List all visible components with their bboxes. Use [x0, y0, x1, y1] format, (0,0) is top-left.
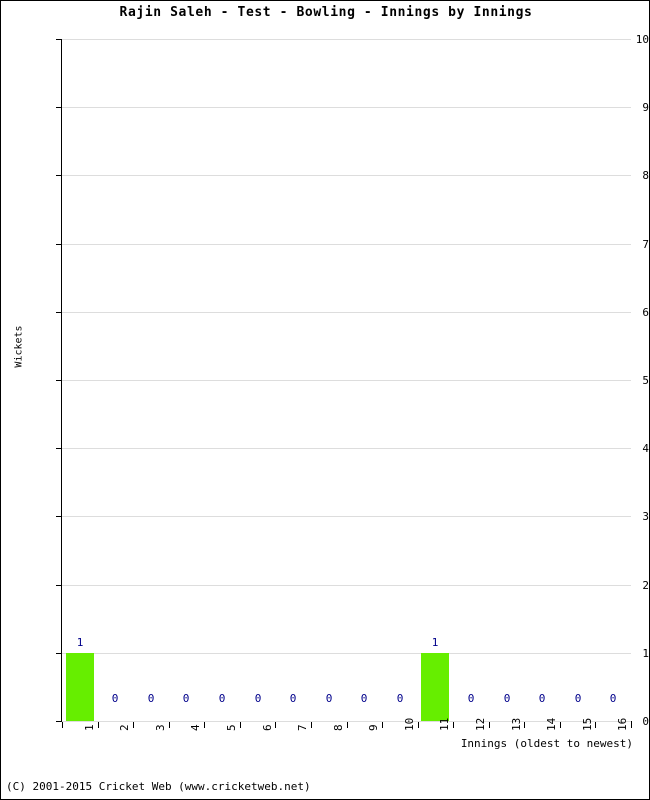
x-tick-mark: [524, 722, 525, 728]
x-tick-label: 14: [545, 717, 558, 731]
gridline: [62, 107, 631, 108]
x-tick-label: 7: [296, 724, 309, 731]
x-tick-label: 11: [438, 717, 451, 731]
chart-title: Rajin Saleh - Test - Bowling - Innings b…: [119, 5, 533, 20]
x-tick-mark: [418, 722, 419, 728]
bar-value-label: 0: [147, 692, 155, 705]
y-tick-label: 4: [642, 442, 649, 455]
bar-value-label: 0: [396, 692, 404, 705]
y-tick-mark: [56, 380, 62, 381]
y-tick-mark: [56, 39, 62, 40]
x-tick-mark: [240, 722, 241, 728]
bar-value-label: 0: [325, 692, 333, 705]
y-tick-mark: [56, 516, 62, 517]
y-tick-label: 6: [642, 306, 649, 319]
x-tick-label: 6: [261, 724, 274, 731]
bar-value-label: 0: [289, 692, 297, 705]
x-tick-label: 9: [367, 724, 380, 731]
bar-value-label: 1: [76, 636, 84, 649]
x-tick-label: 4: [189, 724, 202, 731]
y-tick-label: 8: [642, 169, 649, 182]
bar-value-label: 0: [574, 692, 582, 705]
x-tick-mark: [595, 722, 596, 728]
x-tick-mark: [560, 722, 561, 728]
y-tick-mark: [56, 653, 62, 654]
x-tick-label: 1: [83, 724, 96, 731]
x-tick-mark: [311, 722, 312, 728]
gridline: [62, 516, 631, 517]
y-tick-mark: [56, 312, 62, 313]
bar-value-label: 0: [182, 692, 190, 705]
x-tick-label: 12: [474, 717, 487, 731]
y-tick-label: 2: [642, 579, 649, 592]
gridline: [62, 175, 631, 176]
x-tick-label: 2: [118, 724, 131, 731]
gridline: [62, 39, 631, 40]
x-tick-mark: [453, 722, 454, 728]
gridline: [62, 380, 631, 381]
x-axis-title: Innings (oldest to newest): [460, 737, 633, 750]
y-tick-mark: [56, 585, 62, 586]
x-tick-mark: [62, 722, 63, 728]
x-tick-mark: [204, 722, 205, 728]
x-tick-mark: [631, 722, 632, 728]
x-tick-mark: [382, 722, 383, 728]
bar-value-label: 0: [254, 692, 262, 705]
gridline: [62, 585, 631, 586]
y-tick-label: 5: [642, 374, 649, 387]
x-tick-label: 15: [581, 717, 594, 731]
gridline: [62, 448, 631, 449]
y-tick-mark: [56, 448, 62, 449]
y-tick-label: 9: [642, 101, 649, 114]
x-tick-label: 13: [510, 717, 523, 731]
y-tick-label: 1: [642, 647, 649, 660]
bar-value-label: 0: [503, 692, 511, 705]
bar-value-label: 1: [431, 636, 439, 649]
bar-value-label: 0: [360, 692, 368, 705]
gridline: [62, 312, 631, 313]
bar-value-label: 0: [538, 692, 546, 705]
y-tick-mark: [56, 244, 62, 245]
y-tick-label: 10: [635, 33, 649, 46]
x-tick-mark: [489, 722, 490, 728]
x-tick-label: 5: [225, 724, 238, 731]
x-tick-label: 16: [616, 717, 629, 731]
x-tick-mark: [133, 722, 134, 728]
y-axis-title: Wickets: [13, 325, 25, 368]
gridline: [62, 653, 631, 654]
y-tick-label: 3: [642, 510, 649, 523]
bar-value-label: 0: [609, 692, 617, 705]
x-tick-mark: [98, 722, 99, 728]
bar: [66, 653, 94, 721]
x-tick-label: 10: [403, 717, 416, 731]
x-tick-mark: [169, 722, 170, 728]
chart-page: Rajin Saleh - Test - Bowling - Innings b…: [0, 0, 650, 800]
footer-credit: (C) 2001-2015 Cricket Web (www.cricketwe…: [6, 780, 311, 793]
x-tick-label: 8: [332, 724, 345, 731]
bar: [421, 653, 449, 721]
bar-value-label: 0: [467, 692, 475, 705]
bar-value-label: 0: [218, 692, 226, 705]
y-tick-mark: [56, 175, 62, 176]
x-tick-mark: [347, 722, 348, 728]
bar-value-label: 0: [111, 692, 119, 705]
x-tick-mark: [275, 722, 276, 728]
y-tick-mark: [56, 107, 62, 108]
y-tick-label: 7: [642, 238, 649, 251]
x-tick-label: 3: [154, 724, 167, 731]
gridline: [62, 244, 631, 245]
